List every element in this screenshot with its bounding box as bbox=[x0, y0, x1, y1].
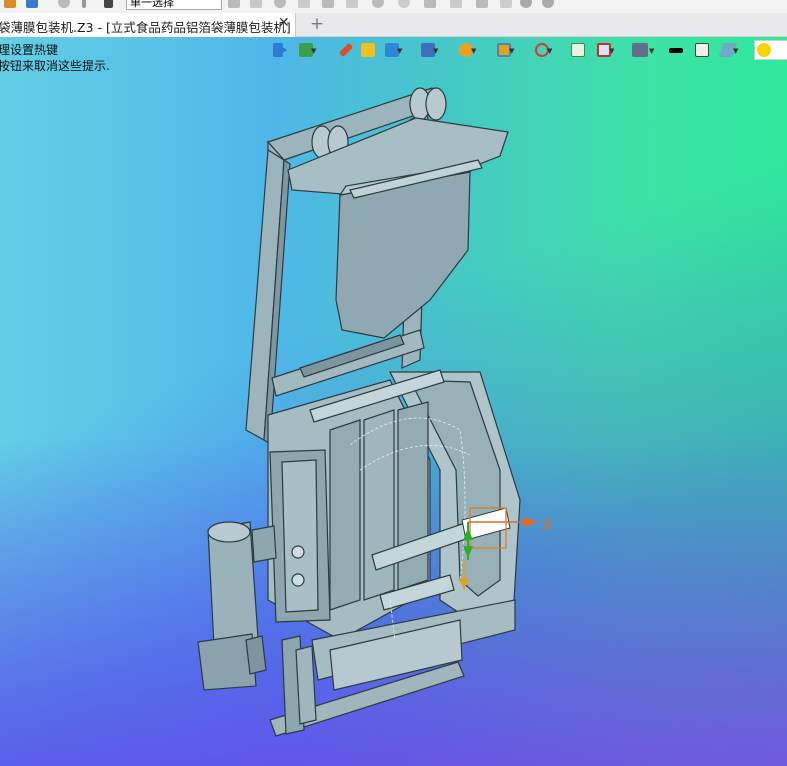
gear-icon[interactable] bbox=[520, 0, 532, 8]
quick-access-toolbar: 单一选择 bbox=[0, 0, 787, 14]
arc-icon[interactable] bbox=[398, 0, 410, 8]
axis-icon[interactable]: ▼ bbox=[532, 40, 552, 60]
pick-icon[interactable] bbox=[336, 40, 356, 60]
hint-text-line2: 按钮来取消这些提示. bbox=[0, 59, 110, 73]
graphics-viewport[interactable]: 理设置热键 按钮来取消这些提示. ▼ ▼ ▼ ▼ ▼ ▼ ▼ ▼ ▼ X bbox=[0, 37, 787, 766]
app-icon[interactable] bbox=[4, 0, 16, 8]
layer-icon[interactable]: ▼ bbox=[718, 40, 738, 60]
constraint-icon[interactable] bbox=[476, 0, 488, 8]
curve-icon[interactable] bbox=[346, 0, 358, 8]
mirror-icon[interactable] bbox=[500, 0, 512, 8]
open-icon[interactable] bbox=[26, 0, 38, 8]
new-tab-button[interactable]: + bbox=[308, 13, 326, 35]
circle-icon[interactable] bbox=[372, 0, 384, 8]
background-icon[interactable]: ▼ bbox=[630, 40, 654, 60]
view-orientation-icon[interactable]: ▼ bbox=[418, 40, 438, 60]
pick-tool-icon[interactable] bbox=[228, 0, 240, 8]
selection-filter-dropdown[interactable]: 单一选择 bbox=[126, 0, 222, 10]
trim-icon[interactable] bbox=[424, 0, 436, 8]
stop-icon[interactable] bbox=[104, 0, 113, 8]
shaded-icon[interactable] bbox=[358, 40, 378, 60]
settings-icon[interactable] bbox=[542, 0, 554, 8]
separator-icon bbox=[82, 0, 86, 8]
sketch-icon[interactable] bbox=[298, 0, 310, 8]
split-view-icon[interactable]: ▼ bbox=[594, 40, 614, 60]
square-icon[interactable] bbox=[692, 40, 712, 60]
document-tab[interactable]: 袋薄膜包装机.Z3 - [立式食品药品铝箔袋薄膜包装机] ✕ bbox=[0, 13, 296, 37]
line-icon[interactable] bbox=[322, 0, 334, 8]
light-icon[interactable] bbox=[754, 40, 787, 60]
pointer-icon[interactable] bbox=[250, 0, 262, 8]
document-tab-bar: 袋薄膜包装机.Z3 - [立式食品药品铝箔袋薄膜包装机] ✕ bbox=[0, 13, 787, 37]
rotate-icon[interactable] bbox=[274, 0, 286, 8]
box-view-icon[interactable]: ▼ bbox=[382, 40, 402, 60]
render-mode-icon[interactable]: ▼ bbox=[456, 40, 476, 60]
display-filter-icon[interactable]: ▼ bbox=[296, 40, 316, 60]
hint-text-line1: 理设置热键 bbox=[0, 43, 59, 57]
dimension-icon[interactable] bbox=[450, 0, 462, 8]
exit-icon[interactable] bbox=[270, 40, 290, 60]
frame-icon[interactable] bbox=[568, 40, 588, 60]
line-color-icon[interactable] bbox=[666, 40, 686, 60]
machine-model[interactable]: X bbox=[0, 37, 787, 766]
view-toolbar: ▼ ▼ ▼ ▼ ▼ ▼ ▼ ▼ ▼ bbox=[268, 40, 787, 62]
close-icon[interactable]: ✕ bbox=[278, 15, 290, 31]
document-tab-title: 袋薄膜包装机.Z3 - [立式食品药品铝箔袋薄膜包装机] bbox=[0, 20, 291, 35]
rebuild-icon[interactable] bbox=[58, 0, 70, 8]
axis-x-label: X bbox=[542, 516, 552, 534]
section-icon[interactable]: ▼ bbox=[494, 40, 514, 60]
